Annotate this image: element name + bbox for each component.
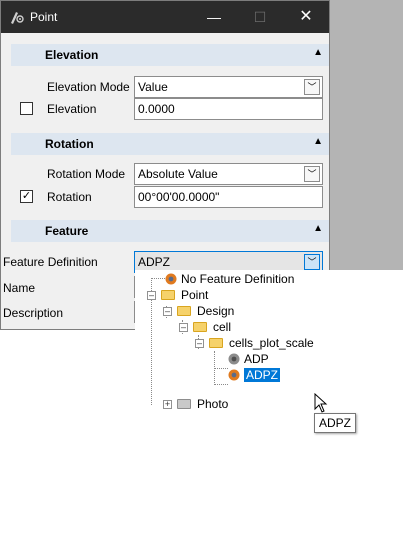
feature-icon [165, 273, 177, 285]
tree-item[interactable]: – cell [177, 319, 327, 335]
rotation-mode-select[interactable]: Absolute Value ﹀ [134, 163, 323, 185]
elevation-field[interactable]: 0.0000 [134, 98, 323, 120]
section-title: Elevation [45, 48, 99, 62]
elevation-section-header[interactable]: Elevation ▲ [11, 44, 329, 66]
name-label: Name [3, 281, 36, 295]
tree-item-label: cell [213, 320, 232, 334]
tree-item[interactable]: No Feature Definition [165, 271, 315, 287]
close-icon[interactable]: ✕ [283, 1, 329, 33]
folder-icon [193, 322, 207, 332]
tree-item-selected[interactable]: ADPZ [228, 367, 328, 383]
tree-item-label: Photo [197, 397, 229, 411]
feature-section-header[interactable]: Feature ▲ [11, 220, 329, 242]
rotation-checkbox[interactable]: ✓ [20, 190, 33, 203]
folder-icon [161, 290, 175, 300]
chevron-down-icon[interactable]: ﹀ [304, 79, 320, 95]
rotation-field[interactable]: 00°00'00.0000" [134, 186, 323, 208]
window-title: Point [30, 10, 58, 24]
folder-icon [177, 399, 191, 409]
tree-item-label: cells_plot_scale [229, 336, 314, 350]
rotation-mode-value: Absolute Value [138, 167, 218, 181]
chevron-down-icon[interactable]: ﹀ [304, 166, 320, 182]
mouse-pointer-icon [314, 393, 328, 413]
minimize-icon[interactable]: — [191, 1, 237, 33]
chevron-up-icon[interactable]: ▲ [313, 136, 323, 147]
tree-item-label: ADP [244, 352, 269, 366]
collapse-icon[interactable]: – [147, 291, 156, 300]
tree-item-label: Point [181, 288, 209, 302]
chevron-up-icon[interactable]: ▲ [313, 223, 323, 234]
section-title: Feature [45, 224, 89, 238]
tree-item[interactable]: – cells_plot_scale [193, 335, 373, 351]
elevation-mode-value: Value [138, 80, 168, 94]
chevron-down-icon[interactable]: ﹀ [304, 254, 320, 270]
rotation-value: 00°00'00.0000" [138, 190, 220, 204]
maximize-icon[interactable]: ☐ [237, 1, 283, 33]
elevation-mode-select[interactable]: Value ﹀ [134, 76, 323, 98]
chevron-up-icon[interactable]: ▲ [313, 47, 323, 58]
rotation-label: Rotation [47, 190, 92, 204]
tree-item[interactable]: – Point [145, 287, 295, 303]
rotation-mode-label: Rotation Mode [47, 167, 126, 181]
elevation-checkbox[interactable] [20, 102, 33, 115]
folder-icon [177, 306, 191, 316]
folder-icon [209, 338, 223, 348]
collapse-icon[interactable]: – [163, 307, 172, 316]
elevation-mode-label: Elevation Mode [47, 80, 130, 94]
elevation-label: Elevation [47, 102, 97, 116]
collapse-icon[interactable]: – [195, 339, 204, 348]
tree-item-label: Design [197, 304, 235, 318]
feature-icon [228, 369, 240, 381]
feature-definition-label: Feature Definition [3, 255, 98, 269]
title-bar[interactable]: Point — ☐ ✕ [1, 1, 329, 33]
description-label: Description [3, 306, 64, 320]
collapse-icon[interactable]: – [179, 323, 188, 332]
tree-item[interactable]: – Design [161, 303, 311, 319]
feature-definition-tree-popup[interactable]: No Feature Definition – Point – Design –… [135, 270, 403, 548]
expand-icon[interactable]: + [163, 400, 172, 409]
tree-item-label: No Feature Definition [181, 272, 295, 286]
tooltip: ADPZ [314, 413, 357, 433]
tree-item[interactable]: + Photo [161, 396, 311, 412]
rotation-section-header[interactable]: Rotation ▲ [11, 133, 329, 155]
point-tool-icon [11, 12, 24, 24]
elevation-value: 0.0000 [138, 102, 175, 116]
feature-definition-value: ADPZ [138, 255, 171, 269]
tree-item[interactable]: ADP [228, 351, 328, 367]
tree-item-label: ADPZ [244, 368, 281, 382]
section-title: Rotation [45, 137, 94, 151]
feature-icon [228, 353, 240, 365]
